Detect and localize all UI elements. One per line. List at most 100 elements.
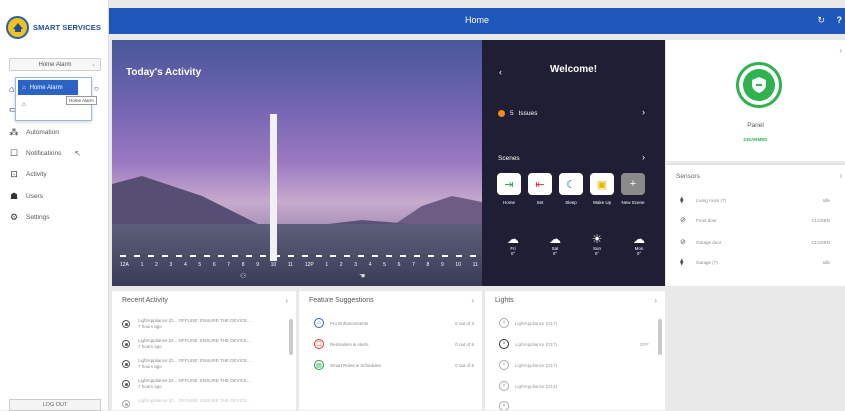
- activity-bar[interactable]: [270, 114, 277, 261]
- sensor-name: Front door: [696, 217, 717, 223]
- away-icon: ⇤: [528, 173, 552, 195]
- scrollbar[interactable]: [289, 319, 293, 355]
- scene-set[interactable]: ⇤ Set: [528, 173, 552, 205]
- sidebar-item-users[interactable]: ☗ Users: [9, 189, 107, 203]
- sensors-card: Sensors › ⧫ Living room (7) Idle ⊘ Front…: [666, 164, 845, 286]
- hour-label: 1: [325, 262, 329, 268]
- scenes-label: Scenes: [498, 155, 520, 162]
- brand[interactable]: SMART SERVICES: [6, 12, 101, 42]
- sidebar-item-automation[interactable]: ⁂ Automation: [9, 125, 107, 139]
- scenes-row: ⇥ Home ⇤ Set ☾ Sleep ▣ Wake Up + New Sce…: [497, 173, 655, 205]
- motion-sensor-icon: ⧫: [680, 197, 684, 204]
- sensor-name: Living room (7): [696, 197, 727, 203]
- hour-label: 8: [426, 262, 430, 268]
- door-sensor-icon: ⊘: [680, 217, 686, 224]
- lights-title: Lights: [495, 297, 514, 304]
- list-item[interactable]: ♀ LightAppliance (D17): [499, 317, 649, 329]
- activity-dot-icon: [122, 320, 130, 328]
- dropdown-item-home-alarm[interactable]: ⌂ Home Alarm: [18, 80, 78, 95]
- scene-sleep[interactable]: ☾ Sleep: [559, 173, 583, 205]
- lightbulb-icon: ♀: [499, 381, 509, 391]
- scene-home[interactable]: ⇥ Home: [497, 173, 521, 205]
- list-item[interactable]: ♀ LightAppliance (D17) OFF: [499, 338, 649, 350]
- list-item[interactable]: LightAppliance (D... OFFLINE: ENSURE THE…: [122, 358, 282, 377]
- sensor-name: Garage door: [696, 239, 722, 245]
- chevron-right-icon[interactable]: ›: [471, 296, 474, 305]
- snow-cloud-icon: ☁: [549, 232, 561, 246]
- activity-time: 7 hours ago: [138, 384, 162, 389]
- tooltip: Home Alarm: [66, 96, 97, 105]
- list-item[interactable]: ♀: [499, 400, 649, 410]
- sidebar-item-label: Activity: [26, 170, 47, 178]
- feature-name: Reminders & Alerts: [330, 341, 369, 347]
- chevron-right-icon[interactable]: ›: [642, 107, 645, 117]
- sidebar-item-label: Automation: [26, 128, 59, 136]
- weather-day: ☁ Sat 0°: [539, 232, 571, 256]
- chevron-right-icon[interactable]: ›: [285, 296, 288, 305]
- hour-label: 2: [155, 262, 158, 268]
- sensor-row[interactable]: ⊘ Garage door CLOSED: [680, 237, 830, 247]
- location-select[interactable]: Home Alarm ⌄: [9, 58, 101, 71]
- sidebar: SMART SERVICES Home Alarm ⌄ ⌂ ▭ ○ ⌂ Home…: [0, 0, 109, 411]
- sidebar-item-notifications[interactable]: ☐ Notifications ↖: [9, 146, 107, 160]
- activity-dot-icon: [122, 360, 130, 368]
- help-icon[interactable]: ?: [837, 15, 843, 25]
- sensor-state: Idle: [822, 197, 830, 203]
- chevron-right-icon[interactable]: ›: [642, 152, 645, 162]
- sidebar-item-label: Users: [26, 192, 43, 200]
- list-item[interactable]: ♀ LightAppliance (D13): [499, 380, 649, 392]
- hour-label: 11: [287, 262, 294, 268]
- scene-wake-up[interactable]: ▣ Wake Up: [590, 173, 614, 205]
- chevron-right-icon[interactable]: ›: [839, 46, 842, 55]
- timeline-track: [120, 255, 478, 257]
- list-item[interactable]: ♀ LightAppliance (D17): [499, 359, 649, 371]
- hour-label: 3: [354, 262, 358, 268]
- hour-label: 4: [368, 262, 372, 268]
- security-icon: ⚇: [240, 273, 247, 280]
- sidebar-item-activity[interactable]: ⊡ Activity: [9, 167, 107, 181]
- chevron-right-icon[interactable]: ›: [839, 171, 842, 180]
- list-item[interactable]: LightAppliance (D... OFFLINE: ENSURE THE…: [122, 378, 282, 397]
- list-item[interactable]: LightAppliance (D... OFFLINE: ENSURE THE…: [122, 338, 282, 357]
- brand-logo-icon: [6, 15, 29, 39]
- sensor-row[interactable]: ⧫ Living room (7) Idle: [680, 195, 830, 205]
- activity-text: LightAppliance (D... OFFLINE: ENSURE THE…: [138, 398, 251, 403]
- chevron-right-icon[interactable]: ›: [654, 296, 657, 305]
- feature-count: 0 out of 6: [455, 341, 474, 347]
- list-item[interactable]: LightAppliance (D... OFFLINE: ENSURE THE…: [122, 318, 282, 337]
- list-item[interactable]: LightAppliance (D... OFFLINE: ENSURE THE…: [122, 398, 282, 410]
- issues-row[interactable]: 5 Issues: [498, 110, 537, 117]
- list-item[interactable]: ⌂ Pro Enhancements 0 out of 3: [314, 317, 474, 329]
- hour-label: 9: [256, 262, 259, 268]
- list-item[interactable]: ☐ Reminders & Alerts 0 out of 6: [314, 338, 474, 350]
- sensor-row[interactable]: ⧫ Garage (7) Idle: [680, 257, 830, 267]
- activity-title: Today's Activity: [126, 67, 202, 78]
- scrollbar[interactable]: [658, 319, 662, 355]
- refresh-icon[interactable]: ↻: [817, 15, 825, 26]
- weather-day: ☀ Sun 0°: [581, 232, 613, 256]
- panel-card[interactable]: › Panel DISARMED: [666, 40, 845, 161]
- scene-label: Set: [536, 200, 544, 205]
- cursor-icon: ☚: [359, 273, 366, 280]
- sidebar-item-label: Settings: [26, 213, 50, 221]
- hour-label: 8: [241, 262, 245, 268]
- sidebar-item-settings[interactable]: ⚙ Settings: [9, 210, 107, 224]
- logout-button[interactable]: LOG OUT: [9, 399, 101, 411]
- scene-new[interactable]: + New Scene: [621, 173, 645, 205]
- lightbulb-icon: ♀: [499, 339, 509, 349]
- sidebar-item-label: Notifications: [26, 149, 62, 157]
- light-state: OFF: [640, 341, 649, 347]
- scene-label: New Scene: [621, 200, 645, 205]
- snow-cloud-icon: ☁: [507, 232, 519, 246]
- sensor-row[interactable]: ⊘ Front door CLOSED: [680, 215, 830, 225]
- hour-label: 7: [412, 262, 415, 268]
- moon-icon: ☾: [559, 173, 583, 195]
- activity-time: 7 hours ago: [138, 324, 162, 329]
- feature-suggestions-card: Feature Suggestions › ⌂ Pro Enhancements…: [299, 291, 482, 410]
- automation-icon: ⁂: [9, 126, 19, 137]
- hour-label: 7: [227, 262, 231, 268]
- dropdown-item-label: Home Alarm: [29, 84, 63, 91]
- list-item[interactable]: ▤ Smart Rules & Schedules 0 out of 6: [314, 359, 474, 371]
- activity-time: 7 hours ago: [138, 364, 162, 369]
- weather-temp: 0°: [594, 251, 600, 256]
